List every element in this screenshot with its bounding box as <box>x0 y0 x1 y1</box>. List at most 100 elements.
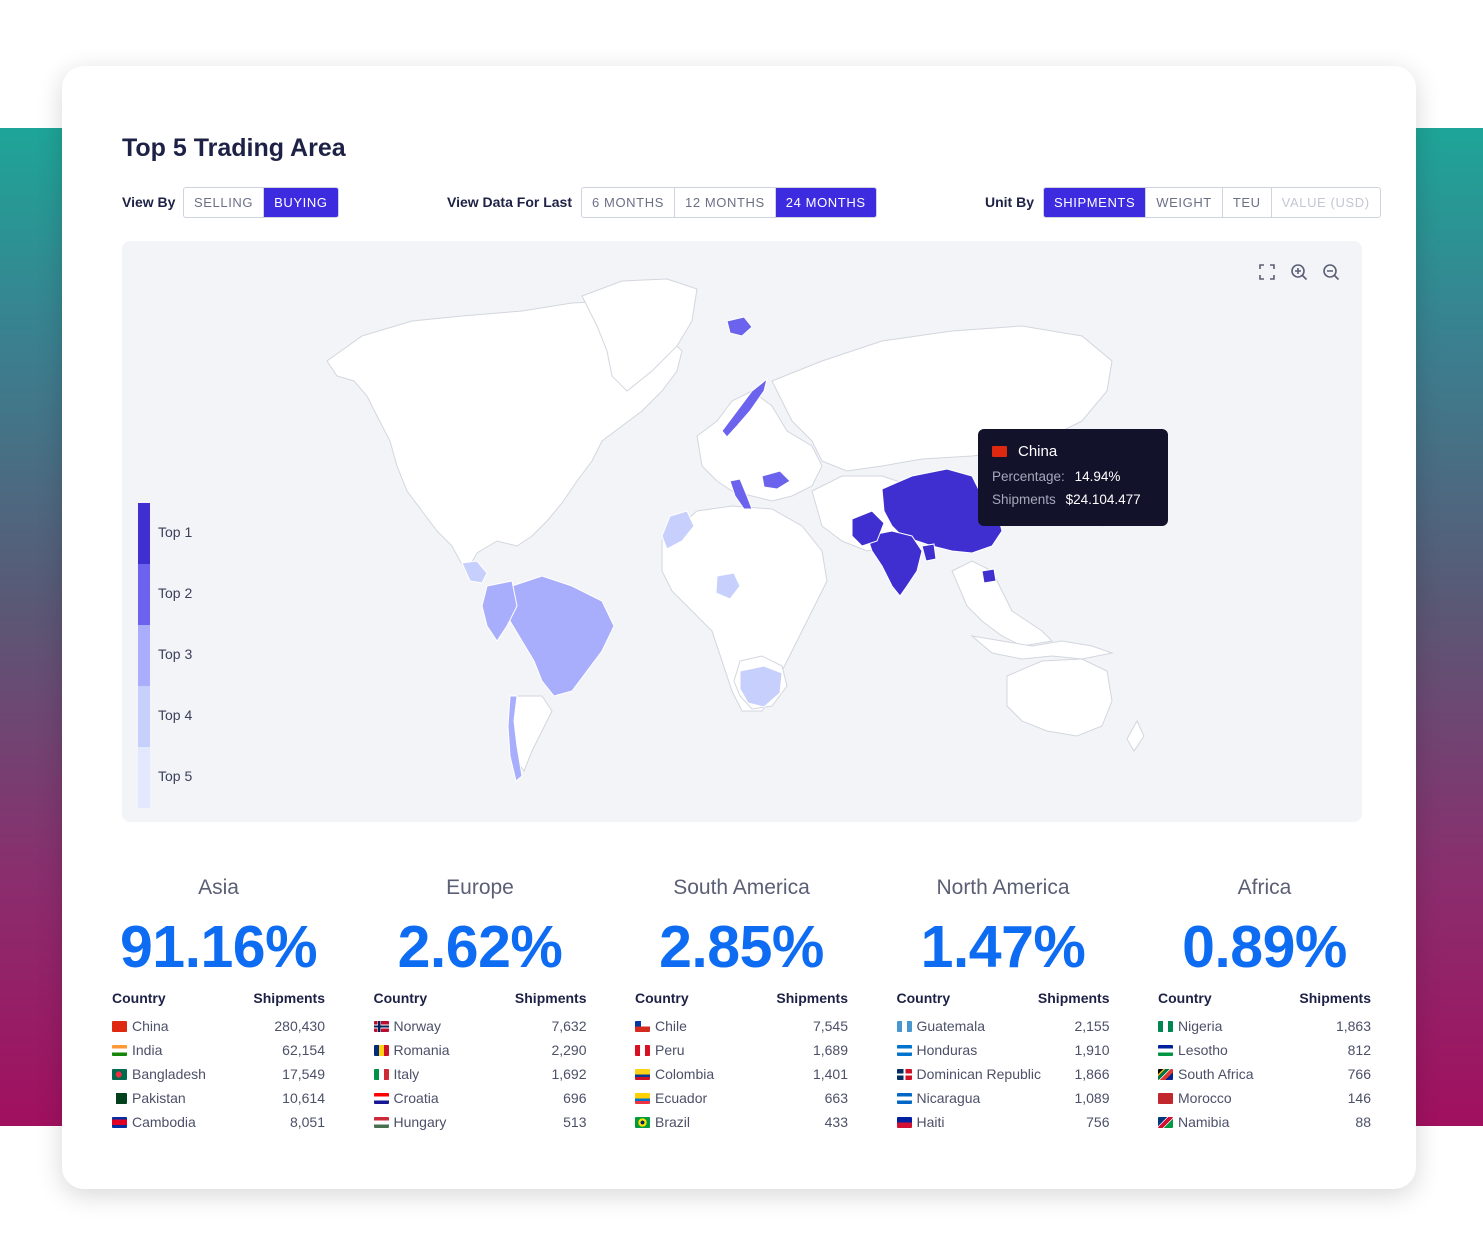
column-header-shipments: Shipments <box>514 990 587 1006</box>
table-row[interactable]: Italy 1,692 <box>373 1062 587 1086</box>
period-24-months-button[interactable]: 24 MONTHS <box>775 188 876 217</box>
country-name: Morocco <box>1178 1090 1232 1106</box>
country-cell: Colombia <box>635 1066 714 1082</box>
table-row[interactable]: Haiti 756 <box>896 1110 1110 1134</box>
table-row[interactable]: Lesotho 812 <box>1158 1038 1371 1062</box>
shipments-value: 1,401 <box>812 1066 848 1082</box>
table-row[interactable]: India 62,154 <box>112 1038 325 1062</box>
table-row[interactable]: Brazil 433 <box>635 1110 848 1134</box>
country-name: Bangladesh <box>132 1066 206 1082</box>
zoom-in-icon[interactable] <box>1288 261 1310 283</box>
region-summary: North America 1.47% Country Shipments Guatem… <box>896 876 1110 1134</box>
country-cell: Italy <box>373 1066 419 1082</box>
table-row[interactable]: Bangladesh 17,549 <box>112 1062 325 1086</box>
italy-flag-icon <box>373 1068 389 1080</box>
table-row[interactable]: Chile 7,545 <box>635 1014 848 1038</box>
nicaragua-flag-icon <box>896 1092 912 1104</box>
legend-swatch <box>138 503 150 564</box>
shipments-value: 280,430 <box>274 1018 325 1034</box>
country-name: Brazil <box>655 1114 691 1130</box>
unit-value-usd-button: VALUE (USD) <box>1281 195 1370 210</box>
shipments-value: 1,689 <box>812 1042 848 1058</box>
shipments-value: 7,545 <box>812 1018 848 1034</box>
table-row[interactable]: Nicaragua 1,089 <box>896 1086 1110 1110</box>
period-6-months-button[interactable]: 6 MONTHS <box>582 188 675 217</box>
column-header-shipments: Shipments <box>1037 990 1110 1006</box>
table-row[interactable]: Croatia 696 <box>373 1086 587 1110</box>
country-name: Colombia <box>655 1066 715 1082</box>
peru-flag-icon <box>635 1044 650 1056</box>
legend-swatch <box>138 747 150 808</box>
country-name: Honduras <box>916 1042 978 1058</box>
table-row[interactable]: Namibia 88 <box>1158 1110 1371 1134</box>
country-name: Dominican Republic <box>916 1066 1042 1082</box>
table-row[interactable]: Hungary 513 <box>373 1110 587 1134</box>
view-by-selling-button[interactable]: SELLING <box>184 188 265 217</box>
view-by-label: View By <box>122 194 176 210</box>
table-row[interactable]: Pakistan 10,614 <box>112 1086 325 1110</box>
country-name: Nicaragua <box>916 1090 981 1106</box>
column-header-shipments: Shipments <box>253 990 325 1006</box>
country-peru-colombia <box>481 580 518 642</box>
country-name: Peru <box>655 1042 685 1058</box>
table-row[interactable]: Morocco 146 <box>1158 1086 1371 1110</box>
column-header-country: Country <box>896 990 951 1006</box>
region-percentage: 1.47% <box>920 914 1086 980</box>
country-cell: Chile <box>635 1018 687 1034</box>
view-by-buying-button[interactable]: BUYING <box>264 188 338 217</box>
legend-label: Top 4 <box>158 707 193 723</box>
country-svalbard <box>726 316 753 337</box>
shipments-value: 433 <box>824 1114 848 1130</box>
unit-shipments-button[interactable]: SHIPMENTS <box>1044 188 1147 217</box>
region-country-table: Country Shipments Chile 7,545 Peru 1,689 Colom… <box>635 990 848 1134</box>
column-header-country: Country <box>635 990 689 1006</box>
table-row[interactable]: Cambodia 8,051 <box>112 1110 325 1134</box>
zoom-out-icon[interactable] <box>1320 261 1342 283</box>
world-map-panel[interactable]: Top 1 Top 2 Top 3 Top 4 Top 5 China Perc… <box>122 241 1362 822</box>
legend-item: Top 3 <box>138 625 228 686</box>
country-name: China <box>132 1018 169 1034</box>
period-12-months-button[interactable]: 12 MONTHS <box>675 188 776 217</box>
region-name: Europe <box>446 876 514 899</box>
unit-weight-button[interactable]: WEIGHT <box>1146 188 1223 217</box>
column-header-shipments: Shipments <box>776 990 848 1006</box>
table-row[interactable]: South Africa 766 <box>1158 1062 1371 1086</box>
shipments-value: 10,614 <box>282 1090 325 1106</box>
table-row[interactable]: Nigeria 1,863 <box>1158 1014 1371 1038</box>
new-zealand-islands <box>1126 719 1145 752</box>
region-percentage: 2.85% <box>659 914 824 980</box>
country-cell: Lesotho <box>1158 1042 1228 1058</box>
china-flag-icon <box>112 1020 127 1032</box>
country-name: Hungary <box>393 1114 447 1130</box>
world-map[interactable] <box>122 241 1362 822</box>
legend-item: Top 4 <box>138 686 228 747</box>
tooltip-percentage-row: Percentage: 14.94% <box>992 469 1154 484</box>
table-row[interactable]: Romania 2,290 <box>373 1038 587 1062</box>
table-row[interactable]: Guatemala 2,155 <box>896 1014 1110 1038</box>
unit-teu-button[interactable]: TEU <box>1223 188 1272 217</box>
southeast-asia-landmass <box>951 560 1054 647</box>
country-name: Namibia <box>1178 1114 1230 1130</box>
table-row[interactable]: Peru 1,689 <box>635 1038 848 1062</box>
shipments-value: 2,155 <box>1074 1018 1110 1034</box>
unit-by-label: Unit By <box>985 194 1034 210</box>
table-header: Country Shipments <box>374 990 587 1014</box>
shipments-value: 756 <box>1086 1114 1110 1130</box>
chile-flag-icon <box>635 1020 650 1032</box>
table-row[interactable]: China 280,430 <box>112 1014 325 1038</box>
table-row[interactable]: Colombia 1,401 <box>635 1062 848 1086</box>
cambodia-flag-icon <box>112 1116 127 1128</box>
table-row[interactable]: Dominican Republic 1,866 <box>896 1062 1110 1086</box>
table-row[interactable]: Norway 7,632 <box>373 1014 587 1038</box>
table-row[interactable]: Honduras 1,910 <box>896 1038 1110 1062</box>
lesotho-flag-icon <box>1158 1044 1173 1056</box>
region-name: South America <box>673 876 810 899</box>
fullscreen-icon[interactable] <box>1256 261 1278 283</box>
table-row[interactable]: Ecuador 663 <box>635 1086 848 1110</box>
shipments-value: 7,632 <box>551 1018 587 1034</box>
country-name: Lesotho <box>1178 1042 1228 1058</box>
norway-flag-icon <box>373 1020 389 1032</box>
ecuador-flag-icon <box>635 1092 650 1104</box>
country-cambodia <box>981 568 997 584</box>
country-cell: Bangladesh <box>112 1066 206 1082</box>
